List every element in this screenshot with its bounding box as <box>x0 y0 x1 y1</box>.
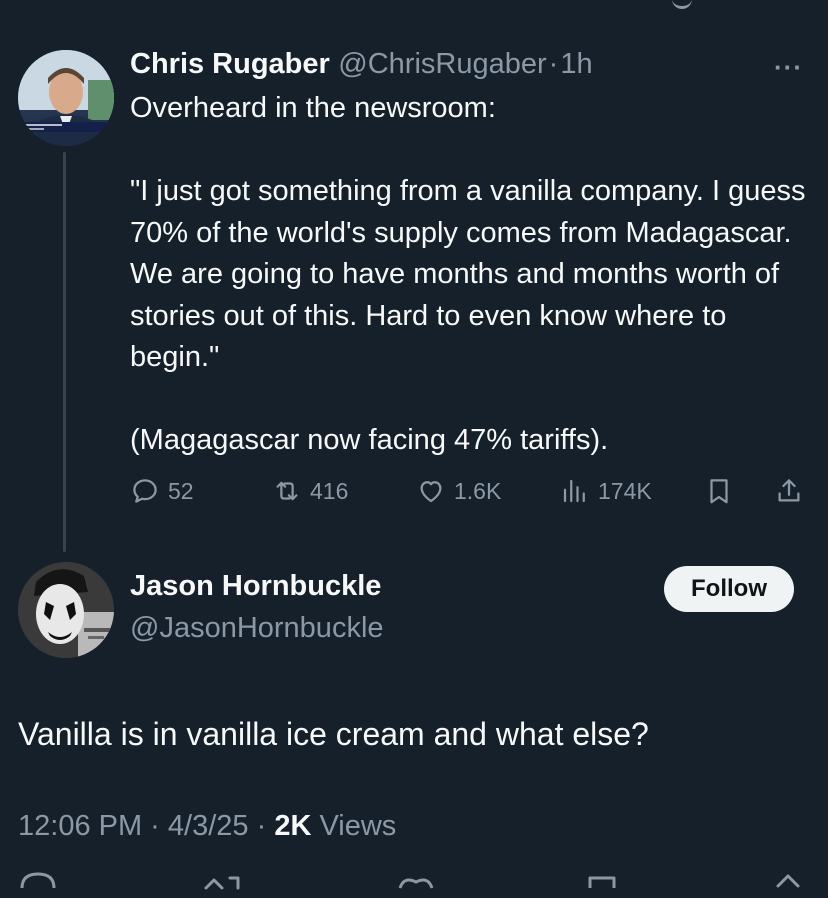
more-options-icon[interactable]: ··· <box>774 52 803 83</box>
top-edge-fragment <box>672 0 692 9</box>
share-button[interactable] <box>774 476 804 506</box>
share-icon <box>778 479 800 502</box>
avatar-chris-rugaber[interactable] <box>18 50 114 146</box>
views-total[interactable]: 2K <box>274 810 311 842</box>
follow-button[interactable]: Follow <box>664 566 794 612</box>
avatar-chris-rugaber-image <box>18 50 114 146</box>
repost-icon <box>276 481 298 501</box>
reply-button[interactable]: 52 <box>130 476 194 506</box>
bookmark-button[interactable] <box>704 476 734 506</box>
like-button[interactable]: 1.6K <box>416 476 501 506</box>
tweet-meta: 12:06 PM · 4/3/25 · 2K Views <box>18 810 396 843</box>
tweet-text: Overheard in the newsroom: "I just got s… <box>130 92 806 456</box>
views-button[interactable]: 174K <box>560 476 652 506</box>
bookmark-icon <box>710 479 728 504</box>
bar-chart-icon <box>563 479 585 503</box>
timestamp[interactable]: 12:06 PM · 4/3/25 · <box>18 810 274 842</box>
heart-icon[interactable] <box>396 868 436 898</box>
avatar-jason-hornbuckle[interactable] <box>18 562 114 658</box>
author-name[interactable]: Jason Hornbuckle <box>130 570 381 603</box>
reply-icon[interactable] <box>18 868 58 898</box>
heart-icon <box>420 481 442 503</box>
bookmark-icon[interactable] <box>584 868 620 898</box>
reply-icon <box>133 479 157 503</box>
reply-count: 52 <box>168 477 194 504</box>
views-count: 174K <box>598 477 652 504</box>
repost-count: 416 <box>310 477 349 504</box>
like-count: 1.6K <box>454 477 502 504</box>
dot-separator: · <box>548 48 559 80</box>
tweet-text: Vanilla is in vanilla ice cream and what… <box>18 716 649 752</box>
tweet-time[interactable]: 1h <box>560 48 592 80</box>
author-name[interactable]: Chris Rugaber <box>130 48 330 80</box>
author-handle[interactable]: @JasonHornbuckle <box>130 612 384 645</box>
author-handle[interactable]: @ChrisRugaber <box>338 48 546 80</box>
share-icon[interactable] <box>770 868 806 898</box>
thread-connector <box>63 152 66 552</box>
repost-icon[interactable] <box>200 868 244 898</box>
tweet-header: Chris Rugaber @ChrisRugaber·1h <box>130 48 593 81</box>
repost-button[interactable]: 416 <box>272 476 348 506</box>
views-label: Views <box>311 810 397 842</box>
avatar-jason-hornbuckle-image <box>18 562 114 658</box>
